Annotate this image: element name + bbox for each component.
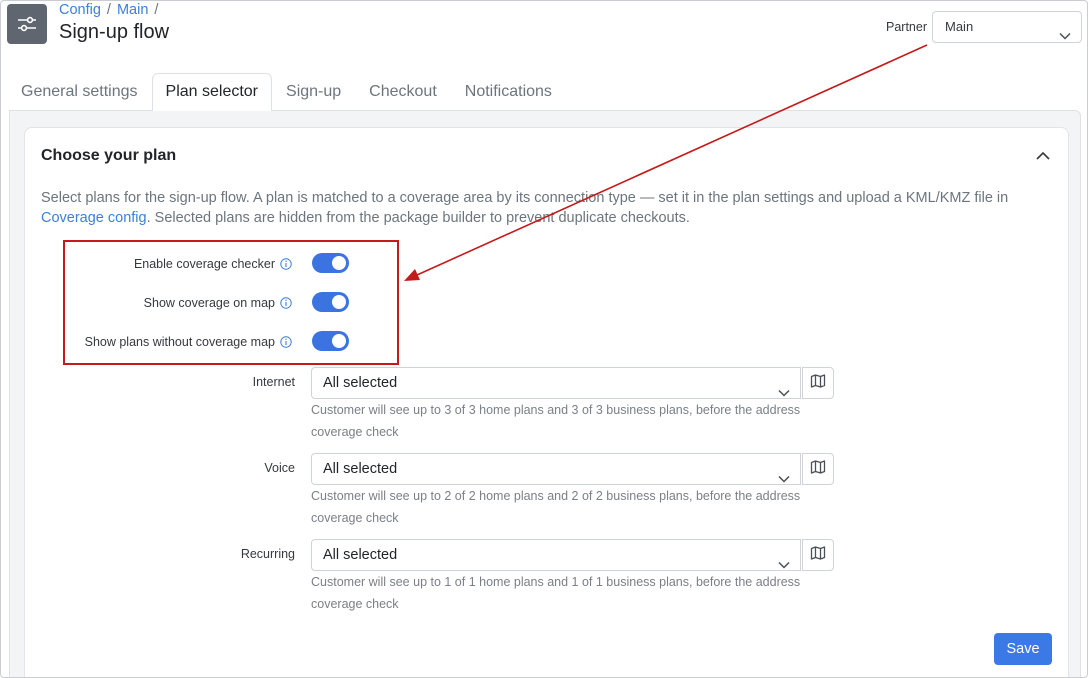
voice-map-button[interactable] xyxy=(802,453,834,485)
help-line: Customer will see up to 1 of 1 home plan… xyxy=(311,575,801,589)
map-icon xyxy=(810,545,826,566)
save-button[interactable]: Save xyxy=(994,633,1052,665)
help-line: Customer will see up to 2 of 2 home plan… xyxy=(311,489,801,503)
breadcrumb-main[interactable]: Main xyxy=(117,2,148,18)
breadcrumb-separator: / xyxy=(154,2,159,18)
chevron-down-icon xyxy=(1059,21,1071,51)
window-frame: Config / Main / Sign-up flow Partner Mai… xyxy=(0,0,1088,678)
help-line: coverage check xyxy=(311,510,399,525)
voice-help-text: Customer will see up to 2 of 2 home plan… xyxy=(311,486,831,529)
internet-help-text: Customer will see up to 3 of 3 home plan… xyxy=(311,400,831,443)
card-description: Select plans for the sign-up flow. A pla… xyxy=(41,188,1051,228)
sliders-icon xyxy=(7,4,47,44)
breadcrumb: Config / Main / xyxy=(59,2,158,18)
plan-label-recurring: Recurring xyxy=(240,547,295,561)
annotation-highlight-box xyxy=(63,240,399,365)
map-icon xyxy=(810,373,826,394)
page-title: Sign-up flow xyxy=(59,21,170,43)
partner-select[interactable]: Main xyxy=(932,11,1082,43)
coverage-config-link[interactable]: Coverage config xyxy=(41,210,147,226)
select-value: All selected xyxy=(323,375,398,391)
tab-general-settings[interactable]: General settings xyxy=(7,73,152,111)
tab-checkout[interactable]: Checkout xyxy=(355,73,451,111)
voice-plan-select[interactable]: All selected xyxy=(311,453,801,485)
internet-plan-select[interactable]: All selected xyxy=(311,367,801,399)
plan-label-internet: Internet xyxy=(252,375,295,389)
recurring-map-button[interactable] xyxy=(802,539,834,571)
help-line: coverage check xyxy=(311,596,399,611)
select-value: All selected xyxy=(323,547,398,563)
recurring-help-text: Customer will see up to 1 of 1 home plan… xyxy=(311,572,831,615)
map-icon xyxy=(810,459,826,480)
breadcrumb-config[interactable]: Config xyxy=(59,2,101,18)
breadcrumb-separator: / xyxy=(106,2,111,18)
tab-bar: General settings Plan selector Sign-up C… xyxy=(7,73,566,111)
partner-select-value: Main xyxy=(945,19,974,34)
description-text-end: . Selected plans are hidden from the pac… xyxy=(146,210,690,226)
internet-map-button[interactable] xyxy=(802,367,834,399)
tab-notifications[interactable]: Notifications xyxy=(451,73,566,111)
plan-label-voice: Voice xyxy=(264,461,295,475)
recurring-plan-select[interactable]: All selected xyxy=(311,539,801,571)
tab-plan-selector[interactable]: Plan selector xyxy=(151,73,273,111)
chevron-up-icon[interactable] xyxy=(1035,149,1051,167)
tab-sign-up[interactable]: Sign-up xyxy=(272,73,355,111)
partner-label: Partner xyxy=(886,20,927,34)
help-line: Customer will see up to 3 of 3 home plan… xyxy=(311,403,801,417)
help-line: coverage check xyxy=(311,424,399,439)
card-title: Choose your plan xyxy=(41,147,177,164)
select-value: All selected xyxy=(323,461,398,477)
description-text: Select plans for the sign-up flow. A pla… xyxy=(41,190,1009,206)
